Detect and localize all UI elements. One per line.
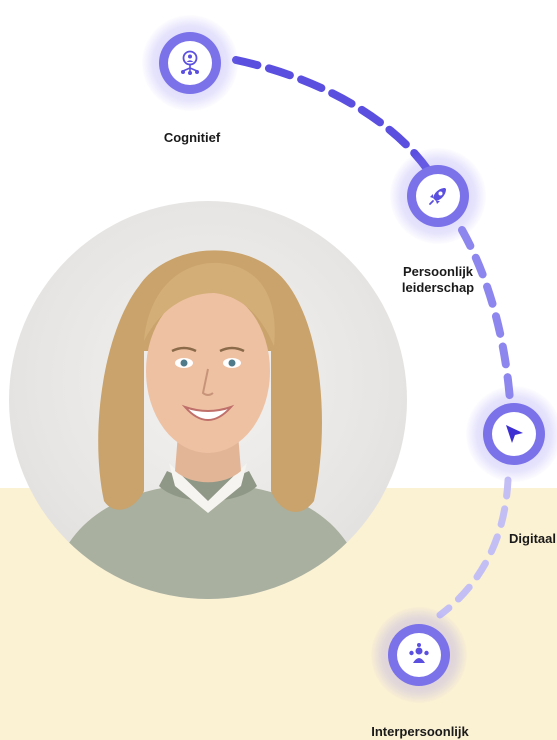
label-persoonlijk-leiderschap: Persoonlijk leiderschap — [401, 264, 475, 295]
group-icon — [409, 643, 429, 663]
label-interpersoonlijk: Interpersoonlijk — [371, 724, 469, 739]
node-digitaal[interactable] — [466, 386, 557, 482]
node-persoonlijk-leiderschap[interactable] — [390, 148, 486, 244]
label-digitaal: Digitaal — [509, 531, 556, 546]
label-cognitief: Cognitief — [163, 130, 221, 145]
rocket-icon — [429, 188, 446, 205]
portrait-photo — [9, 201, 407, 599]
network-person-icon — [181, 50, 199, 75]
node-interpersoonlijk[interactable] — [371, 607, 467, 703]
node-cognitief[interactable] — [142, 15, 238, 111]
cursor-arrow-icon — [506, 425, 523, 443]
